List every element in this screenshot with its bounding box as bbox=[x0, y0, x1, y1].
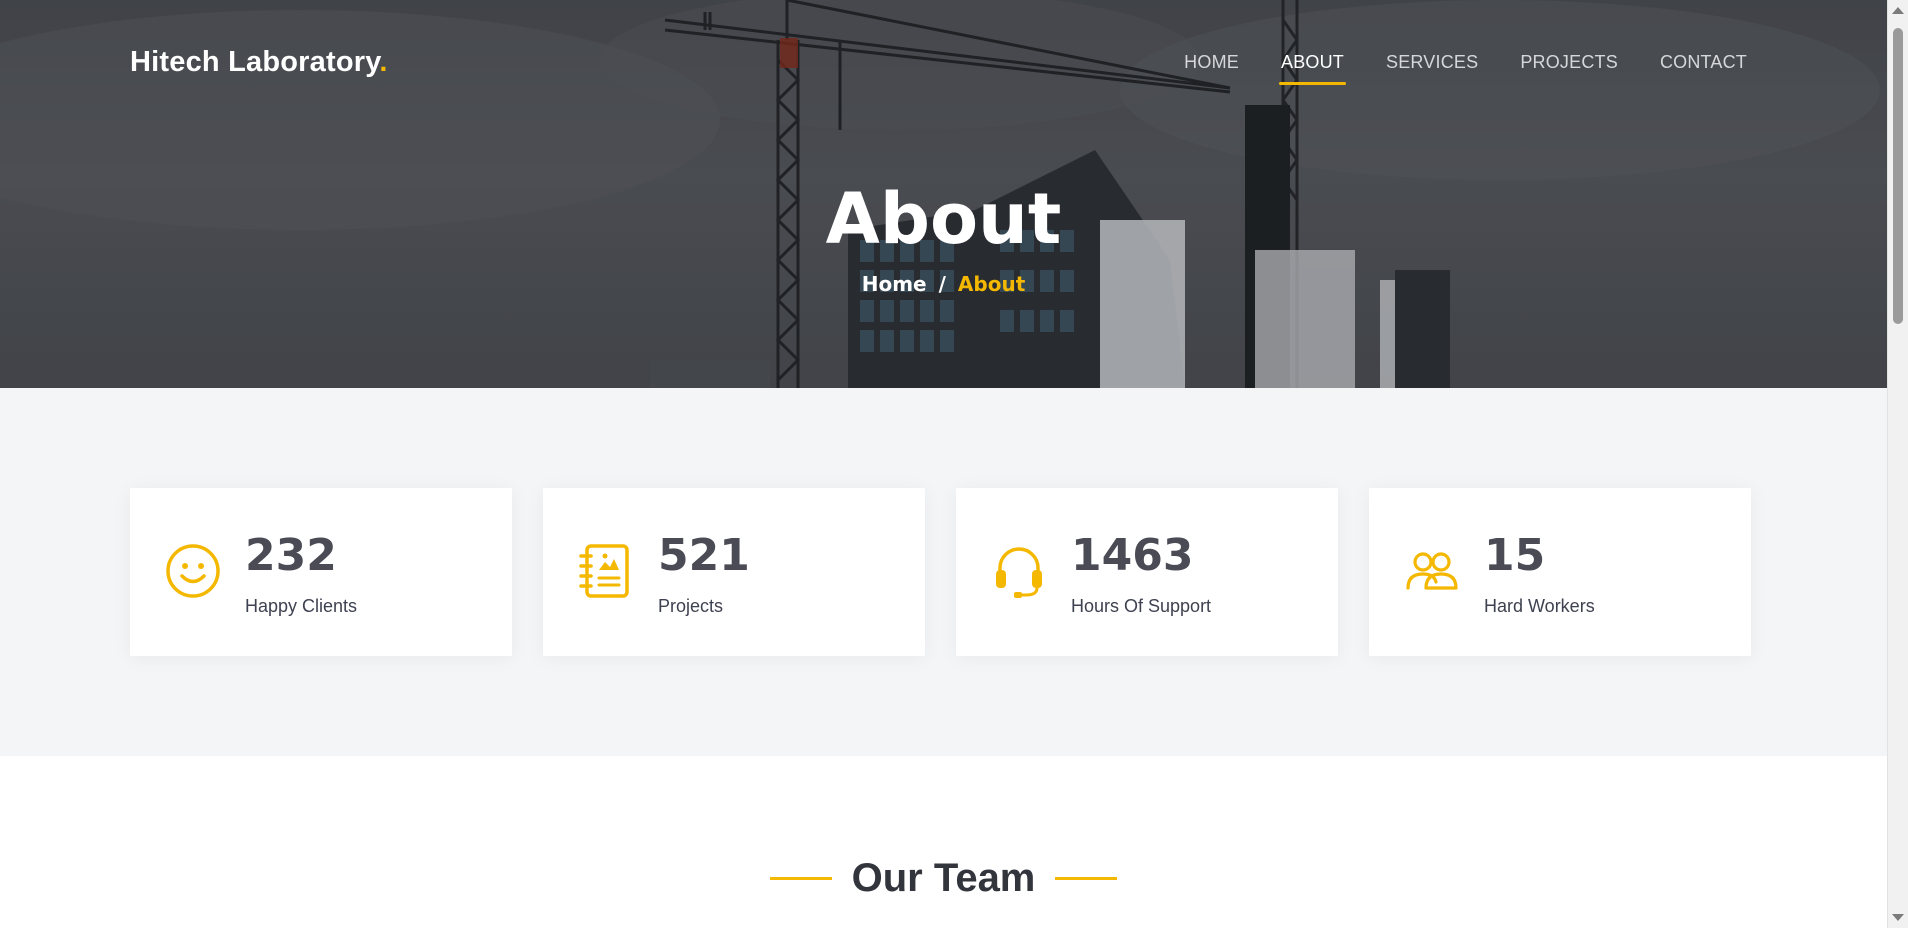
stat-value: 15 bbox=[1484, 530, 1546, 581]
nav-item-contact[interactable]: CONTACT bbox=[1660, 52, 1747, 73]
stat-card-projects: 521 Projects bbox=[543, 488, 925, 656]
logo-dot: . bbox=[379, 46, 388, 78]
page: Hitech Laboratory. HOME ABOUT SERVICES P… bbox=[0, 0, 1908, 928]
stat-label: Happy Clients bbox=[245, 596, 358, 616]
breadcrumb-home-link[interactable]: Home bbox=[862, 272, 927, 296]
breadcrumb: Home / About bbox=[0, 272, 1887, 296]
stats-section: 232 Happy Clients 521 Projects 1463 Hour… bbox=[0, 388, 1887, 756]
stat-card-happy-clients: 232 Happy Clients bbox=[130, 488, 512, 656]
vertical-scrollbar[interactable] bbox=[1887, 0, 1908, 928]
stat-label: Projects bbox=[658, 596, 724, 616]
team-section: Our Team bbox=[0, 756, 1887, 928]
stat-label: Hard Workers bbox=[1484, 596, 1595, 616]
heading-decor-line-left bbox=[769, 877, 832, 880]
stat-label: Hours Of Support bbox=[1071, 596, 1212, 616]
headset-icon bbox=[996, 547, 1042, 598]
stat-value: 232 bbox=[245, 530, 337, 581]
scrollbar-thumb[interactable] bbox=[1893, 28, 1903, 324]
nav-item-projects[interactable]: PROJECTS bbox=[1520, 52, 1618, 73]
stat-card-hours-of-support: 1463 Hours Of Support bbox=[956, 488, 1338, 656]
stat-value: 1463 bbox=[1071, 530, 1194, 581]
scroll-down-arrow-icon[interactable] bbox=[1892, 914, 1904, 921]
team-heading: Our Team bbox=[0, 856, 1887, 901]
stat-card-hard-workers: 15 Hard Workers bbox=[1369, 488, 1751, 656]
nav-item-about[interactable]: ABOUT bbox=[1278, 52, 1347, 85]
journal-icon bbox=[579, 544, 629, 598]
logo-text: Hitech Laboratory bbox=[130, 46, 380, 78]
scroll-up-arrow-icon[interactable] bbox=[1892, 7, 1904, 14]
page-title: About bbox=[825, 178, 1062, 260]
breadcrumb-current: About bbox=[957, 272, 1026, 296]
main-nav: HOME ABOUT SERVICES PROJECTS CONTACT bbox=[1142, 52, 1747, 85]
hero-banner: Hitech Laboratory. HOME ABOUT SERVICES P… bbox=[0, 0, 1887, 388]
nav-item-services[interactable]: SERVICES bbox=[1386, 52, 1478, 73]
smiley-icon bbox=[166, 544, 220, 598]
people-icon bbox=[1406, 552, 1458, 590]
team-title: Our Team bbox=[851, 856, 1036, 900]
site-logo[interactable]: Hitech Laboratory. bbox=[130, 46, 388, 79]
breadcrumb-separator: / bbox=[938, 272, 946, 296]
nav-item-home[interactable]: HOME bbox=[1184, 52, 1239, 73]
heading-decor-line-right bbox=[1055, 877, 1118, 880]
stat-value: 521 bbox=[658, 530, 750, 581]
